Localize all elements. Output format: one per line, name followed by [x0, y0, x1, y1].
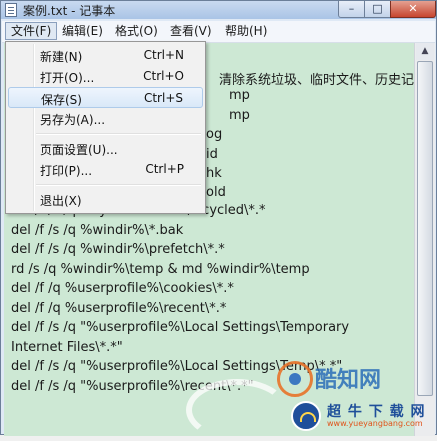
menu-item-open[interactable]: 打开(O)... Ctrl+O: [8, 66, 203, 87]
text-line-fragment: old: [206, 185, 226, 200]
menu-item-label: 另存为(A)...: [40, 113, 106, 127]
notepad-window: 案例.txt - 记事本 – □ ✕ 文件(F) 编辑(E) 格式(O) 查看(…: [0, 0, 437, 441]
menu-item-shortcut: Ctrl+N: [143, 48, 184, 62]
title-bar[interactable]: 案例.txt - 记事本 – □ ✕: [1, 1, 436, 19]
window-title: 案例.txt - 记事本: [23, 4, 116, 18]
text-line-header: 清除系统垃圾、临时文件、历史记录等......: [219, 73, 414, 88]
menu-item-label: 保存(S): [41, 93, 82, 107]
scroll-up-arrow-icon[interactable]: ▲: [416, 43, 434, 60]
text-line: rd /s /q %windir%\temp & md %windir%\tem…: [11, 262, 310, 277]
menu-help[interactable]: 帮助(H): [220, 22, 272, 40]
watermark-site-url: www.yueyangbang.com: [327, 419, 423, 428]
text-line-fragment: id: [206, 147, 218, 162]
text-line-fragment: hk: [206, 166, 222, 181]
menu-file[interactable]: 文件(F): [5, 22, 58, 40]
text-line-fragment: mp: [229, 108, 250, 123]
file-menu-dropdown: 新建(N) Ctrl+N 打开(O)... Ctrl+O 保存(S) Ctrl+…: [5, 41, 206, 214]
text-line-fragment: mp: [229, 88, 250, 103]
menu-item-label: 打印(P)...: [40, 164, 93, 178]
menu-item-save[interactable]: 保存(S) Ctrl+S: [8, 87, 203, 108]
menu-item-shortcut: Ctrl+P: [145, 162, 184, 176]
menu-format[interactable]: 格式(O): [110, 22, 163, 40]
maximize-button[interactable]: □: [364, 1, 391, 18]
menu-bar: 文件(F) 编辑(E) 格式(O) 查看(V) 帮助(H): [2, 21, 435, 43]
watermark-brand: 酷知网: [315, 368, 382, 393]
menu-item-save-as[interactable]: 另存为(A)...: [8, 108, 203, 129]
vertical-scrollbar[interactable]: ▲: [414, 43, 435, 436]
menu-separator: [36, 184, 201, 186]
menu-item-shortcut: Ctrl+S: [143, 91, 183, 105]
text-line: del /f /s /q "%userprofile%\Local Settin…: [11, 320, 350, 335]
close-button[interactable]: ✕: [390, 1, 436, 18]
menu-item-label: 打开(O)...: [40, 71, 95, 85]
menu-item-label: 页面设置(U)...: [40, 143, 118, 157]
download-site-logo-icon: [291, 401, 321, 431]
menu-item-print[interactable]: 打印(P)... Ctrl+P: [8, 159, 203, 180]
text-line: del /f /q %userprofile%\cookies\*.*: [11, 281, 234, 296]
menu-item-new[interactable]: 新建(N) Ctrl+N: [8, 45, 203, 66]
watermark-site-name: 超 牛 下 载 网: [327, 404, 426, 420]
menu-item-shortcut: Ctrl+O: [143, 69, 184, 83]
menu-view[interactable]: 查看(V): [165, 22, 217, 40]
menu-item-label: 退出(X): [40, 194, 82, 208]
watermark-swirl: [186, 379, 288, 441]
menu-item-exit[interactable]: 退出(X): [8, 189, 203, 210]
minimize-button[interactable]: –: [338, 1, 365, 18]
text-line: Internet Files\*.*": [11, 340, 123, 355]
text-line: del /f /s /q %windir%\prefetch\*.*: [11, 242, 225, 257]
menu-item-page-setup[interactable]: 页面设置(U)...: [8, 138, 203, 159]
text-line-fragment: og: [206, 127, 223, 142]
menu-edit[interactable]: 编辑(E): [57, 22, 108, 40]
menu-item-label: 新建(N): [40, 50, 83, 64]
menu-separator: [36, 133, 201, 135]
text-line: del /f /s /q %windir%\*.bak: [11, 223, 184, 238]
coolzhi-logo-icon: [277, 361, 313, 397]
notepad-icon: [5, 3, 17, 17]
text-line: del /f /q %userprofile%\recent\*.*: [11, 301, 227, 316]
scrollbar-thumb[interactable]: [417, 61, 433, 396]
